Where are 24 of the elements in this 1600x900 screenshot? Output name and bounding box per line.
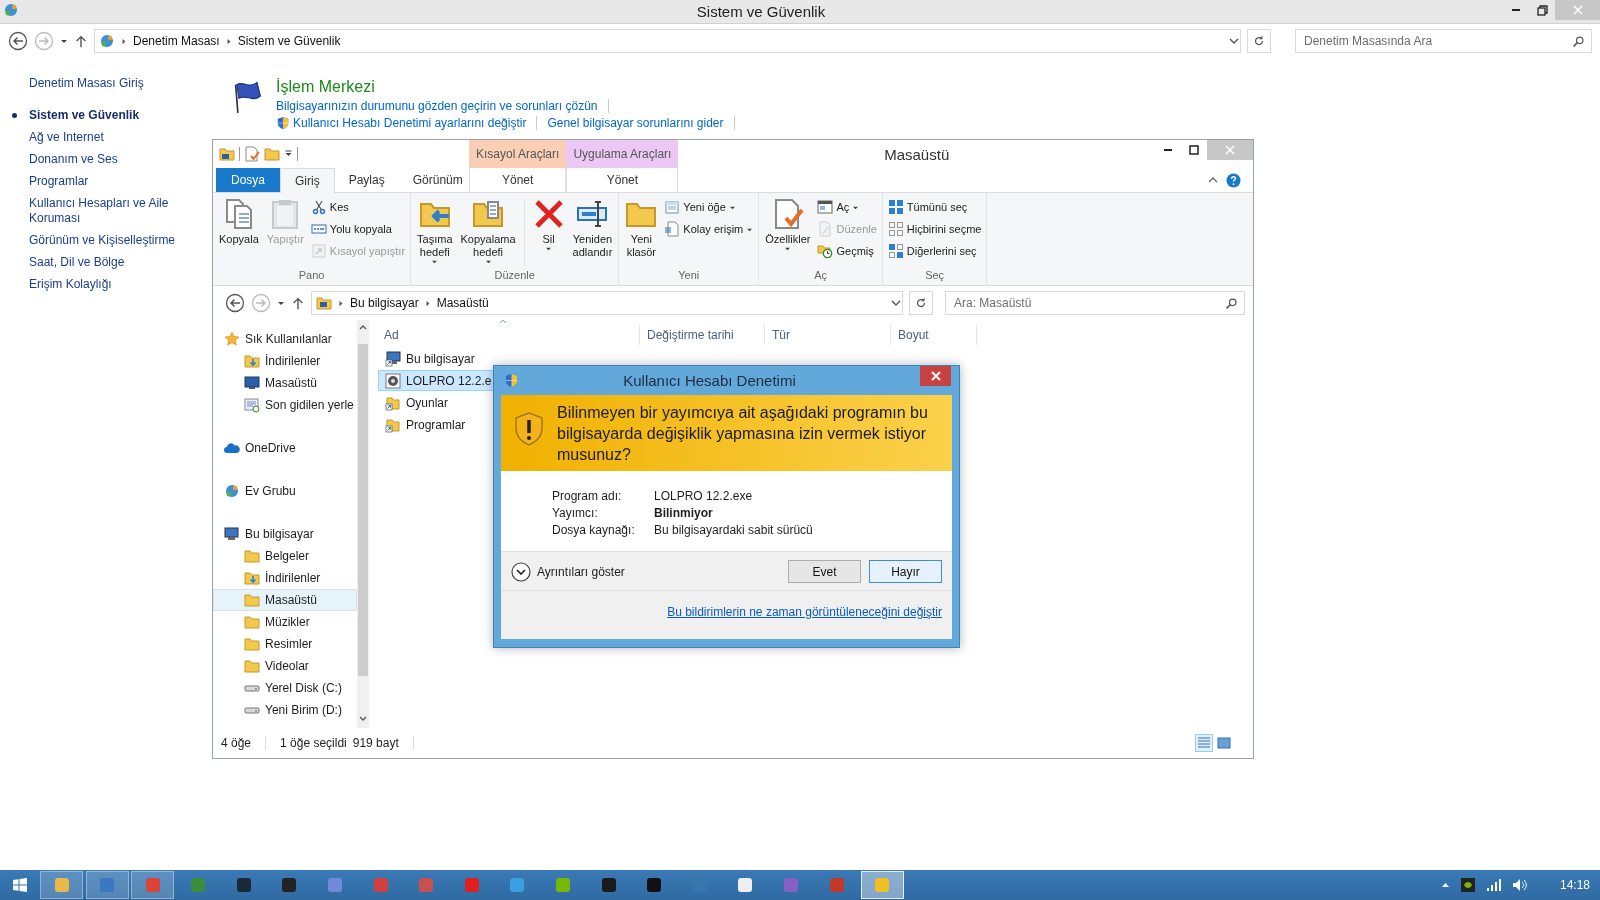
selection-size: 919 bayt bbox=[352, 736, 399, 750]
file-name: Oyunlar bbox=[406, 395, 449, 410]
detail-label: Program adı: bbox=[552, 489, 623, 503]
group-label: Düzenle bbox=[493, 269, 536, 283]
detail-label: Yayımcı: bbox=[552, 506, 599, 520]
detail-value: Bilinmiyor bbox=[654, 506, 714, 520]
dialog-title: Kullanıcı Hesabı Denetimi bbox=[622, 372, 797, 389]
context-tab-header: Uygulama Araçları bbox=[566, 140, 679, 168]
window-title: Sistem ve Güvenlik bbox=[695, 3, 827, 20]
group-label: Seç bbox=[924, 269, 946, 283]
group-label: Aç bbox=[813, 269, 828, 283]
detail-value: LOLPRO 12.2.exe bbox=[654, 489, 754, 503]
group-label: Yeni bbox=[677, 269, 701, 283]
context-tab-header: Kısayol Araçları bbox=[469, 140, 567, 168]
selection-count: 1 öğe seçildi bbox=[280, 736, 347, 750]
warning-message: Bilinmeyen bir yayımcıya ait aşağıdaki programın bu bilgisayarda değişiklik yapmasına izin vermek istiyor musunuz? bbox=[557, 403, 929, 465]
detail-label: Dosya kaynağı: bbox=[552, 523, 636, 537]
window-title: Masaüstü bbox=[883, 144, 951, 165]
file-name: Programlar bbox=[406, 417, 466, 432]
item-count: 4 öğe bbox=[221, 736, 252, 750]
detail-value: Bu bilgisayardaki sabit sürücü bbox=[654, 523, 814, 537]
group-label: Pano bbox=[297, 269, 326, 283]
file-name: Bu bilgisayar bbox=[406, 351, 475, 366]
file-name: LOLPRO 12.2.e bbox=[406, 373, 492, 388]
